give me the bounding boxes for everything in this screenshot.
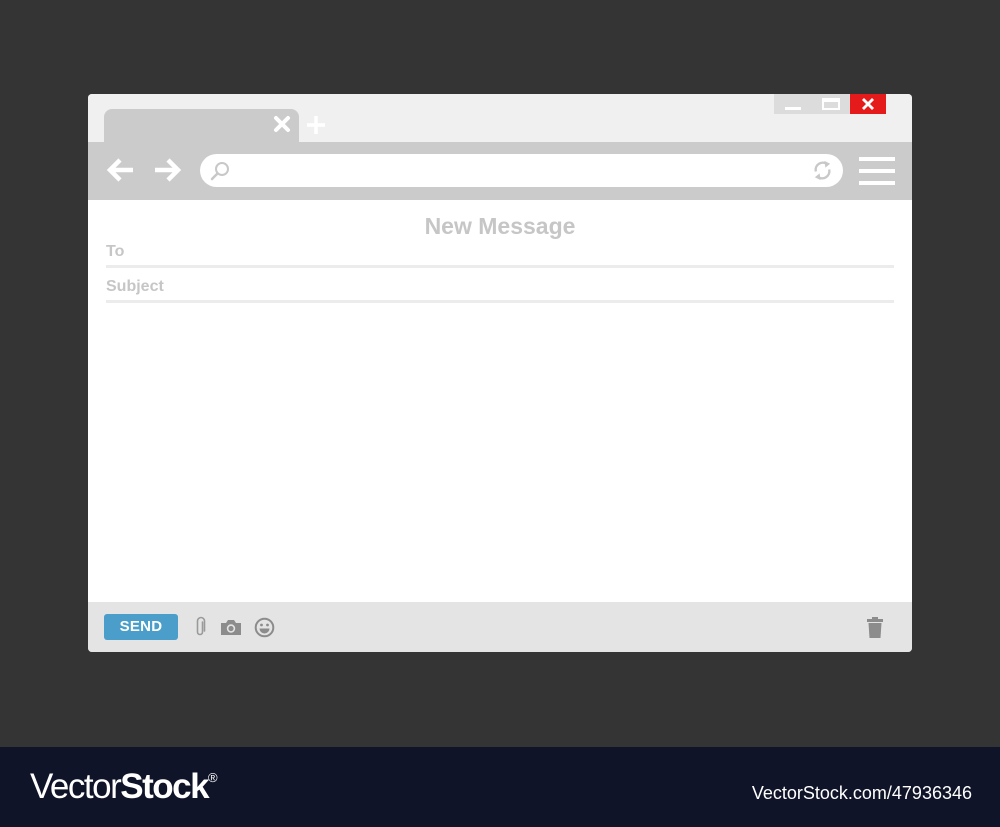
window-controls — [774, 94, 886, 114]
subject-label: Subject — [106, 278, 164, 295]
compose-area: New Message To Subject — [88, 200, 912, 602]
hamburger-menu-icon[interactable] — [859, 157, 895, 185]
compose-footer: SEND — [88, 602, 912, 652]
browser-toolbar — [88, 142, 912, 200]
maximize-button[interactable] — [812, 94, 850, 114]
refresh-icon[interactable] — [811, 159, 834, 182]
camera-icon[interactable] — [219, 616, 243, 638]
trash-icon[interactable] — [867, 617, 883, 638]
arrow-right-icon[interactable] — [152, 157, 182, 183]
logo-bold-text: Stock — [120, 767, 209, 806]
message-body[interactable] — [106, 312, 894, 592]
emoji-icon[interactable] — [254, 617, 275, 638]
browser-tab[interactable] — [104, 109, 299, 142]
image-id-text: VectorStock.com/47936346 — [751, 783, 972, 803]
paperclip-icon[interactable] — [193, 616, 207, 638]
minimize-button[interactable] — [774, 94, 812, 114]
tab-close-icon[interactable] — [273, 115, 291, 133]
close-window-button[interactable] — [850, 94, 886, 114]
maximize-icon — [822, 98, 840, 110]
subject-field[interactable]: Subject — [106, 271, 894, 303]
watermark-bar: VectorStock® VectorStock.com/47936346 — [0, 747, 1000, 827]
vectorstock-logo: VectorStock® — [30, 767, 218, 807]
browser-window: New Message To Subject SEND — [88, 94, 912, 652]
send-button[interactable]: SEND — [104, 614, 178, 640]
to-field[interactable]: To — [106, 236, 894, 268]
address-bar[interactable] — [200, 154, 843, 187]
close-x-icon — [862, 98, 874, 110]
new-tab-icon[interactable] — [305, 114, 327, 136]
address-input[interactable] — [236, 158, 796, 183]
title-bar — [88, 94, 912, 142]
registered-mark: ® — [208, 770, 218, 785]
minimize-icon — [785, 107, 801, 110]
search-icon — [210, 162, 229, 181]
arrow-left-icon[interactable] — [106, 157, 136, 183]
logo-regular-text: Vector — [30, 767, 122, 806]
to-label: To — [106, 243, 125, 260]
